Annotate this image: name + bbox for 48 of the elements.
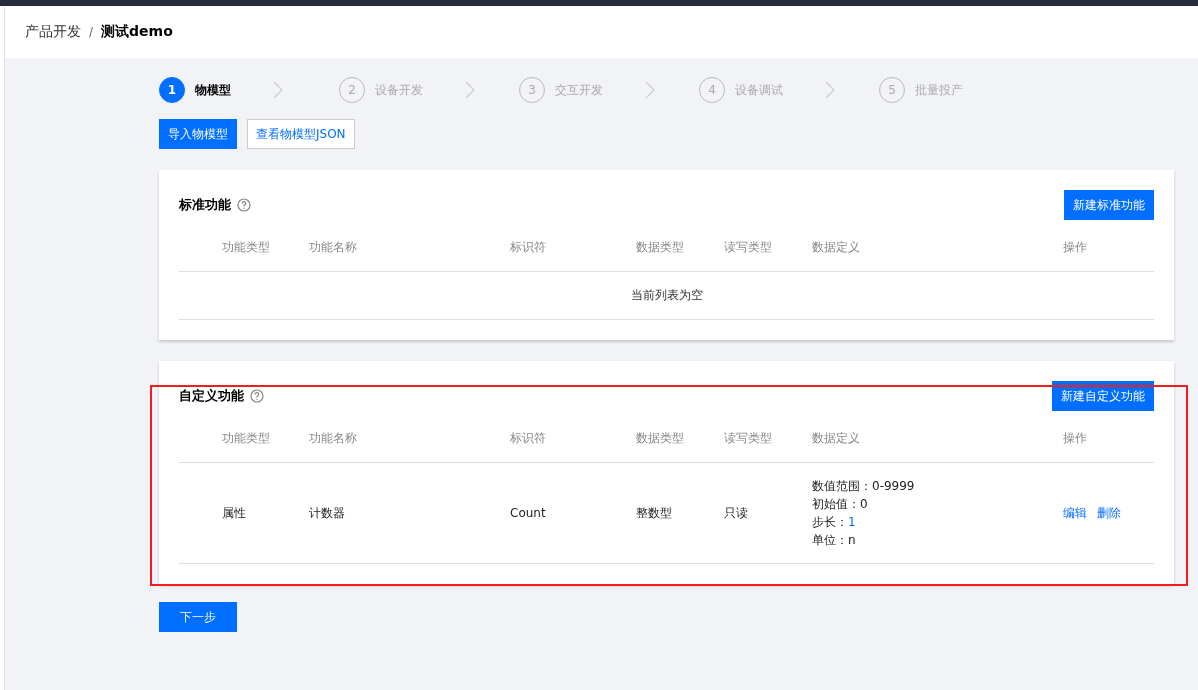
toolbar-button[interactable]: 查看物模型JSON: [247, 119, 355, 149]
column-header: 功能名称: [309, 239, 358, 256]
column-header: 标识符: [510, 239, 547, 256]
step-label: 设备开发: [375, 81, 423, 99]
breadcrumb-item: 测试demo: [101, 23, 173, 41]
help-icon[interactable]: [237, 198, 251, 212]
new-function-button[interactable]: 新建自定义功能: [1052, 381, 1154, 411]
table-cell-text: 计数器: [309, 504, 346, 522]
column-header: 操作: [1063, 430, 1088, 447]
next-step-button[interactable]: 下一步: [159, 602, 237, 632]
toolbar-button[interactable]: 导入物模型: [159, 119, 237, 149]
step-label: 批量投产: [915, 81, 963, 99]
step-label: 设备调试: [735, 81, 783, 99]
breadcrumb-item[interactable]: 产品开发: [25, 23, 81, 41]
column-header: 功能类型: [222, 239, 271, 256]
section-title: 标准功能: [179, 196, 231, 214]
breadcrumb-separator: /: [89, 25, 94, 39]
column-header: 数据类型: [636, 239, 685, 256]
chevron-icon: [273, 81, 283, 99]
chevron-icon: [465, 81, 475, 99]
action-link[interactable]: 删除: [1097, 504, 1121, 522]
column-header: 功能名称: [309, 430, 358, 447]
definition-line: 初始值：0: [812, 496, 869, 512]
table-cell-text: Count: [510, 506, 547, 520]
column-header: 读写类型: [724, 239, 773, 256]
column-header: 数据类型: [636, 430, 685, 447]
table-cell-text: 整数型: [636, 504, 673, 522]
definition-line: 步长：1: [812, 514, 857, 530]
table-cell-text: 只读: [724, 504, 749, 522]
definition-line: 单位：n: [812, 532, 857, 548]
step-label: 交互开发: [555, 81, 603, 99]
column-header: 数据定义: [812, 430, 861, 447]
chevron-icon: [645, 81, 655, 99]
action-link[interactable]: 编辑: [1063, 504, 1087, 522]
column-header: 操作: [1063, 239, 1088, 256]
step-label: 物模型: [195, 81, 231, 99]
empty-list-text: 当前列表为空: [630, 287, 703, 304]
new-function-button[interactable]: 新建标准功能: [1064, 190, 1154, 220]
table-cell-text: 属性: [222, 504, 247, 522]
column-header: 读写类型: [724, 430, 773, 447]
column-header: 标识符: [510, 430, 547, 447]
column-header: 数据定义: [812, 239, 861, 256]
help-icon[interactable]: [250, 389, 264, 403]
definition-line: 数值范围：0-9999: [812, 478, 916, 494]
column-header: 功能类型: [222, 430, 271, 447]
chevron-icon: [825, 81, 835, 99]
step-number: 1: [159, 77, 185, 103]
section-title: 自定义功能: [179, 387, 244, 405]
